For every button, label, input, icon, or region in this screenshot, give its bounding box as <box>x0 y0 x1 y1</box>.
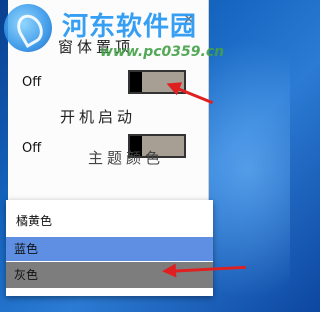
theme-option-blue[interactable]: 蓝色 <box>6 237 213 261</box>
watermark-logo-icon <box>4 4 52 52</box>
always-on-top-state-label: Off <box>22 75 42 90</box>
site-watermark: 河东软件园 www.pc0359.cn <box>0 0 276 62</box>
startup-state-label: Off <box>22 141 42 156</box>
theme-color-dropdown[interactable]: 橘黄色 蓝色 灰色 <box>6 200 213 296</box>
theme-option-gray[interactable]: 灰色 <box>6 262 213 288</box>
toggle-knob[interactable] <box>130 72 142 92</box>
watermark-url: www.pc0359.cn <box>100 44 225 60</box>
theme-option-orange[interactable]: 橘黄色 <box>6 210 213 232</box>
theme-color-heading: 主题颜色 <box>88 149 165 167</box>
watermark-title: 河东软件园 <box>62 12 198 42</box>
startup-heading: 开机启动 <box>60 108 137 126</box>
